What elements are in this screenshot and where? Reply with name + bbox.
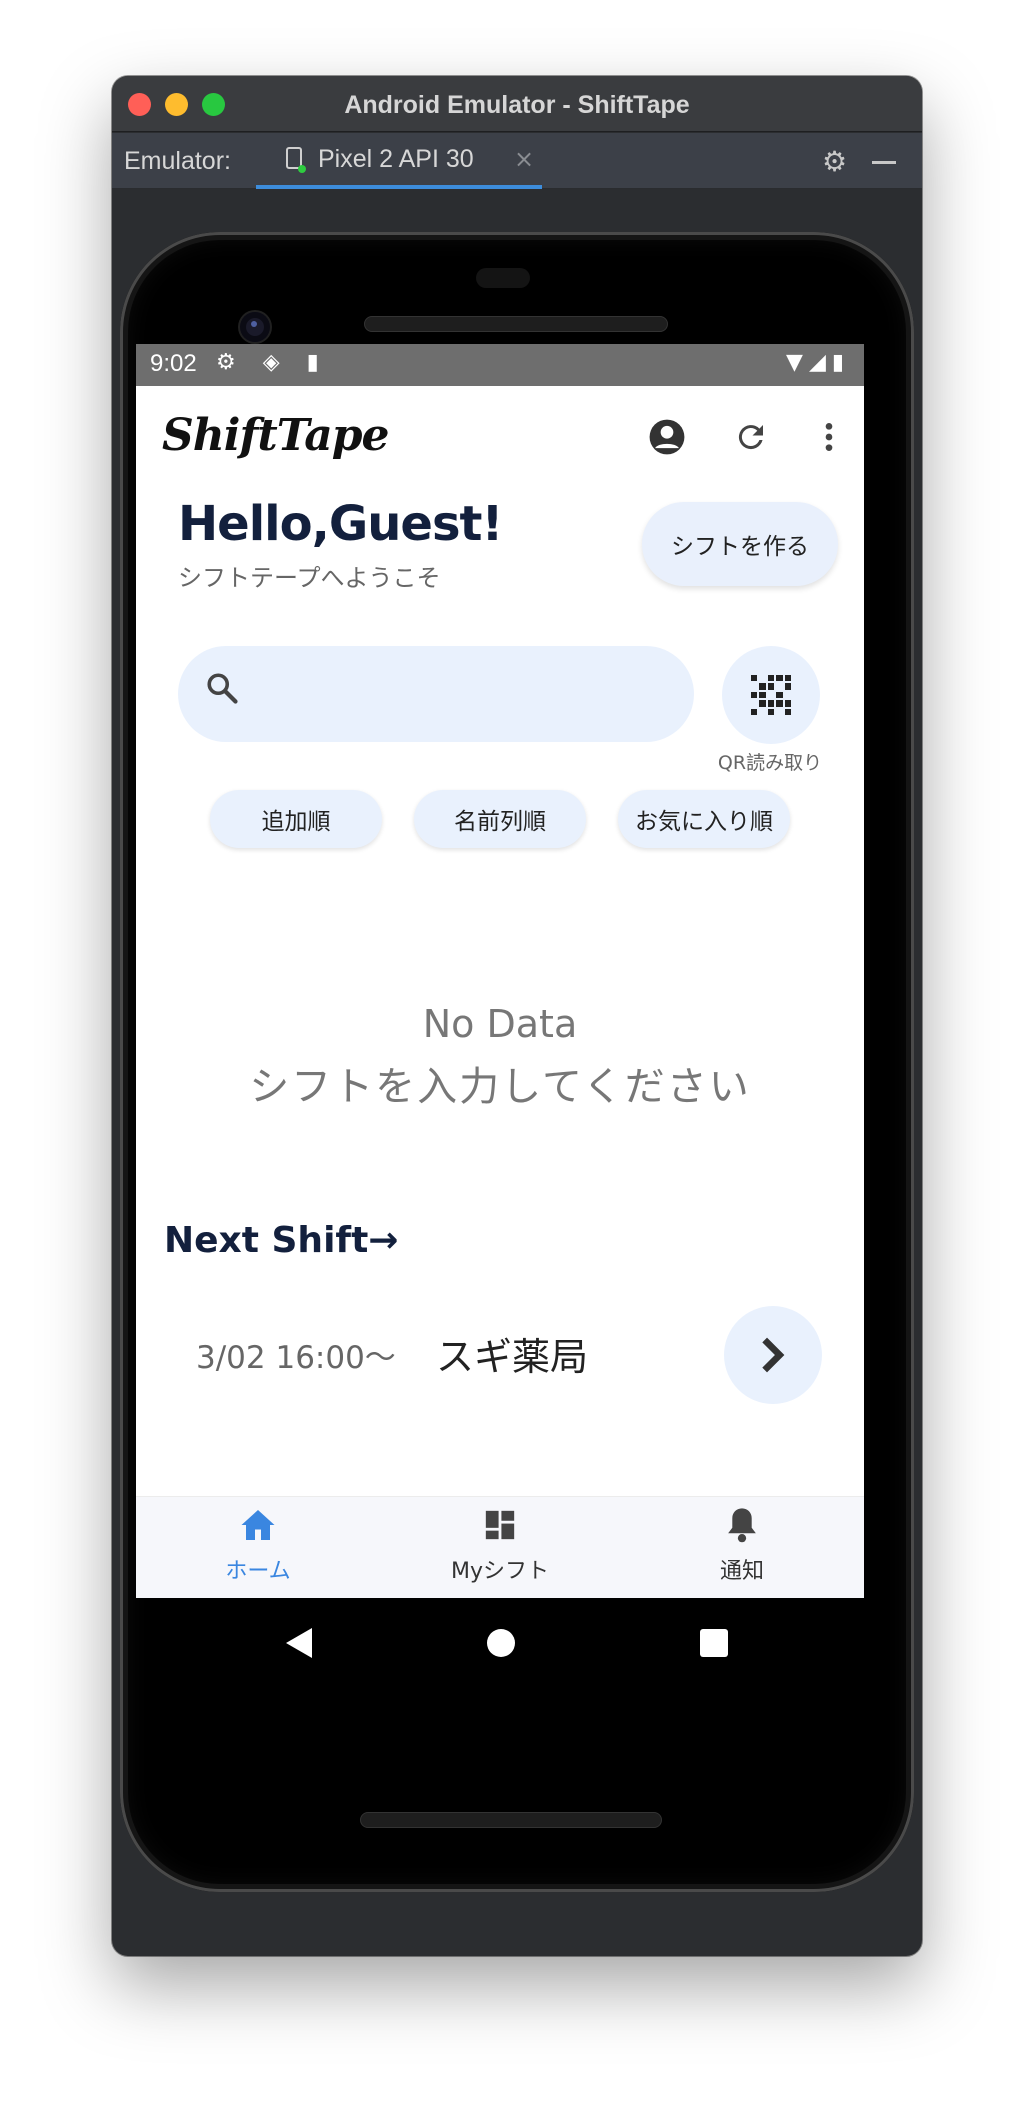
nav-label-home: ホーム (225, 1559, 291, 1584)
greeting-subtitle: シフトテープへようこそ (178, 564, 441, 592)
proximity-sensor (476, 268, 530, 288)
empty-message: シフトを入力してください (249, 1064, 751, 1110)
next-shift-title[interactable]: Next Shift→ (164, 1220, 398, 1261)
settings-gear-icon[interactable]: ⚙ (822, 145, 847, 178)
bell-icon (652, 1507, 832, 1551)
recents-icon[interactable] (700, 1629, 728, 1657)
dashboard-icon (410, 1507, 590, 1551)
next-shift-time: 3/02 16:00〜 (196, 1340, 396, 1376)
home-icon (168, 1507, 348, 1551)
bottom-navigation: ホーム Myシフト 通知 (136, 1496, 864, 1598)
account-icon[interactable] (644, 414, 690, 460)
title-bar: Android Emulator - ShiftTape (112, 76, 922, 132)
app-bar: ShiftTape (136, 386, 864, 486)
refresh-icon[interactable] (728, 414, 774, 460)
front-camera (240, 312, 270, 342)
next-shift-place: スギ薬局 (436, 1335, 589, 1379)
nav-item-notifications[interactable]: 通知 (652, 1507, 832, 1585)
status-time: 9:02 (150, 350, 197, 377)
device-tab[interactable]: Pixel 2 API 30 × (256, 133, 542, 189)
sort-added-button[interactable]: 追加順 (210, 790, 382, 848)
nav-item-home[interactable]: ホーム (168, 1507, 348, 1585)
sort-favorite-button[interactable]: お気に入り順 (618, 790, 790, 848)
nav-item-my-shift[interactable]: Myシフト (410, 1507, 590, 1585)
status-bar: 9:02 ⚙ ◈ ▮ ▼◢▮ (136, 344, 864, 386)
greeting-title: Hello,Guest! (178, 496, 503, 552)
nav-label-my-shift: Myシフト (450, 1559, 549, 1584)
greeting: Hello,Guest! シフトテープへようこそ (178, 496, 598, 593)
window-title: Android Emulator - ShiftTape (344, 91, 690, 119)
status-right-icons: ▼◢▮ (786, 350, 850, 375)
minimize-panel-icon[interactable] (872, 161, 896, 164)
search-input[interactable] (178, 646, 694, 742)
tab-active-indicator (256, 185, 542, 189)
empty-state: No Data シフトを入力してください (136, 1002, 864, 1112)
search-icon (204, 670, 240, 715)
qr-code-icon (751, 675, 791, 715)
emulator-toolbar: Emulator: Pixel 2 API 30 × ⚙ (112, 133, 922, 189)
home-circle-icon[interactable] (487, 1629, 515, 1657)
create-shift-button[interactable]: シフトを作る (642, 502, 838, 586)
earpiece-speaker (364, 316, 668, 332)
sort-name-button[interactable]: 名前列順 (414, 790, 586, 848)
next-shift-row[interactable]: 3/02 16:00〜 スギ薬局 (136, 1304, 864, 1404)
bottom-speaker (360, 1812, 662, 1828)
chevron-right-icon[interactable] (724, 1306, 822, 1404)
canvas: Android Emulator - ShiftTape Emulator: P… (0, 0, 1034, 2102)
back-icon[interactable] (286, 1628, 312, 1658)
empty-title: No Data (422, 1002, 578, 1046)
system-navigation (136, 1598, 864, 1688)
status-left-icons: ⚙ ◈ ▮ (216, 350, 329, 375)
more-vert-icon[interactable] (806, 414, 852, 460)
qr-scan-label: QR読み取り (717, 752, 823, 774)
phone-screen: 9:02 ⚙ ◈ ▮ ▼◢▮ ShiftTape Hello,Guest! シフ… (136, 344, 864, 1598)
app-logo: ShiftTape (162, 410, 390, 461)
toolbar-label: Emulator: (124, 147, 231, 175)
qr-scan-button[interactable] (722, 646, 820, 744)
device-tab-label: Pixel 2 API 30 (318, 145, 474, 173)
running-indicator-icon (298, 165, 306, 173)
nav-label-notifications: 通知 (719, 1559, 764, 1584)
tab-close-icon[interactable]: × (514, 145, 534, 173)
